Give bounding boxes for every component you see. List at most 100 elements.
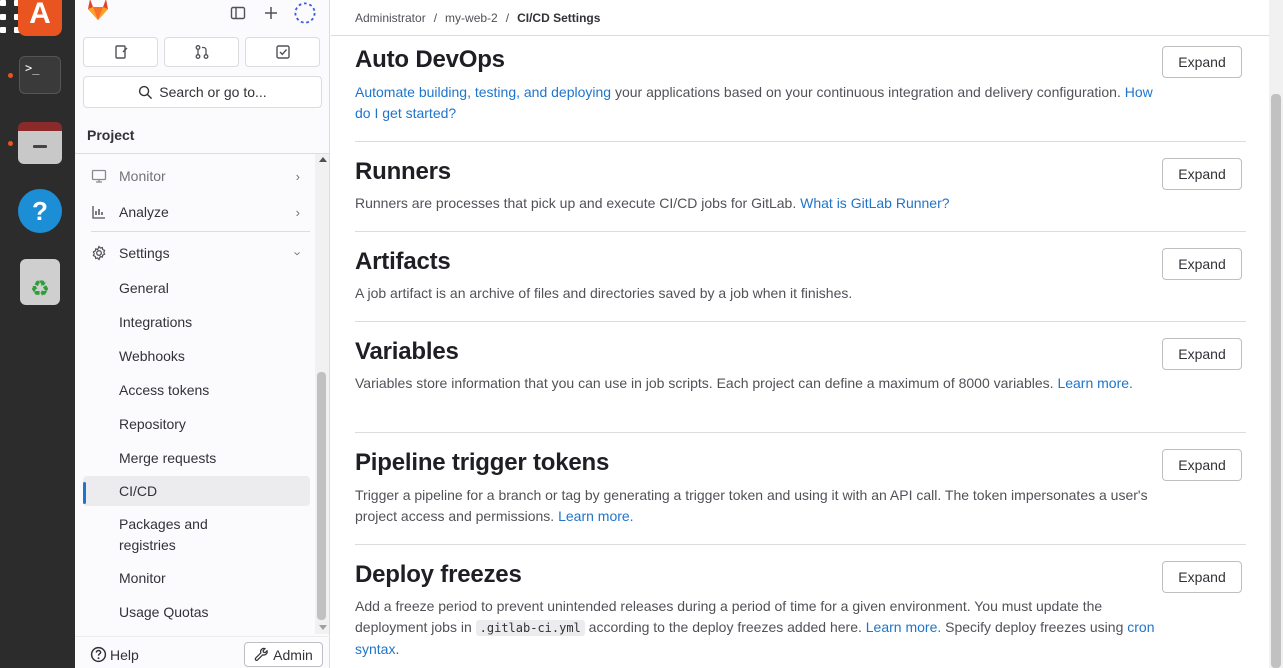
issues-tab[interactable] <box>83 37 158 67</box>
sidebar-item-integrations[interactable]: Integrations <box>83 312 310 334</box>
search-button[interactable]: Search or go to... <box>83 76 322 108</box>
toggle-sidebar-icon[interactable] <box>227 2 249 24</box>
files-icon[interactable] <box>18 122 62 164</box>
chevron-right-icon: › <box>295 168 300 184</box>
section-auto-devops: Auto DevOps Automate building, testing, … <box>355 36 1246 142</box>
expand-button[interactable]: Expand <box>1162 46 1242 78</box>
section-deploy-freezes: Deploy freezes Add a freeze period to pr… <box>355 545 1246 668</box>
sidebar-item-usage-quotas[interactable]: Usage Quotas <box>83 602 310 624</box>
expand-button[interactable]: Expand <box>1162 248 1242 280</box>
breadcrumb-item[interactable]: my-web-2 <box>445 11 498 25</box>
merge-request-icon <box>195 45 208 59</box>
sidebar-item-settings[interactable]: Settings › <box>83 242 310 264</box>
wrench-icon <box>254 647 268 661</box>
gitlab-runner-link[interactable]: What is GitLab Runner? <box>800 195 949 211</box>
expand-button[interactable]: Expand <box>1162 561 1242 593</box>
learn-more-link[interactable]: Learn more. <box>1057 375 1132 391</box>
chevron-down-icon: › <box>290 250 306 256</box>
section-title: Variables <box>355 338 459 365</box>
admin-button[interactable]: Admin <box>244 642 323 667</box>
description-text: Specify deploy freezes using <box>941 619 1128 635</box>
description-text: Runners are processes that pick up and e… <box>355 195 801 211</box>
sidebar-item-packages-registries[interactable]: Packages and registries <box>83 514 233 558</box>
section-title: Runners <box>355 158 451 185</box>
section-description: Add a freeze period to prevent unintende… <box>355 596 1155 660</box>
merge-requests-tab[interactable] <box>164 37 239 67</box>
sidebar-item-access-tokens[interactable]: Access tokens <box>83 380 310 402</box>
settings-gear-icon <box>91 245 109 261</box>
learn-more-link[interactable]: Learn more. <box>866 619 941 635</box>
section-description: Runners are processes that pick up and e… <box>355 193 1155 214</box>
expand-button[interactable]: Expand <box>1162 158 1242 190</box>
terminal-icon[interactable]: >_ <box>19 56 61 94</box>
auto-devops-link[interactable]: Automate building, testing, and deployin… <box>355 84 611 100</box>
sidebar-section-title: Project <box>75 118 330 154</box>
monitor-icon <box>91 168 109 184</box>
sidebar-scrollbar[interactable] <box>315 154 329 634</box>
search-icon <box>139 85 153 99</box>
sidebar-item-monitor-settings[interactable]: Monitor <box>83 568 310 590</box>
divider <box>91 231 310 232</box>
sidebar: Search or go to... Project Monitor › Ana… <box>75 0 330 668</box>
section-title: Auto DevOps <box>355 46 505 73</box>
issues-icon <box>114 45 127 59</box>
ubuntu-dock: A >_ ? ♻ <box>0 0 75 668</box>
breadcrumb-current[interactable]: CI/CD Settings <box>517 11 600 25</box>
create-new-icon[interactable] <box>260 2 282 24</box>
chart-icon <box>91 204 109 220</box>
description-text: according to the deploy freezes added he… <box>584 619 866 635</box>
sidebar-item-label: Settings <box>119 245 170 261</box>
main-scrollbar[interactable] <box>1269 0 1283 668</box>
main-scroll-thumb[interactable] <box>1271 94 1281 668</box>
sidebar-item-repository[interactable]: Repository <box>83 414 310 436</box>
breadcrumb: Administrator / my-web-2 / CI/CD Setting… <box>331 0 1269 36</box>
help-label: Help <box>110 646 139 663</box>
sidebar-item-webhooks[interactable]: Webhooks <box>83 346 310 368</box>
description-text: . <box>395 641 400 657</box>
todo-icon <box>275 45 290 59</box>
ubuntu-software-icon[interactable]: A <box>18 0 62 36</box>
breadcrumb-separator: / <box>433 10 438 25</box>
section-description: Automate building, testing, and deployin… <box>355 82 1155 124</box>
running-indicator <box>8 73 13 78</box>
section-description: A job artifact is an archive of files an… <box>355 285 853 301</box>
scroll-up-arrow-icon[interactable] <box>319 157 327 162</box>
admin-label: Admin <box>273 646 313 663</box>
section-pipeline-trigger-tokens: Pipeline trigger tokens Trigger a pipeli… <box>355 433 1246 545</box>
help-app-icon[interactable]: ? <box>18 189 62 233</box>
trash-icon[interactable]: ♻ <box>20 259 60 305</box>
learn-more-link[interactable]: Learn more. <box>558 508 633 524</box>
sidebar-item-merge-requests[interactable]: Merge requests <box>83 448 310 470</box>
sidebar-item-analyze[interactable]: Analyze › <box>83 201 310 223</box>
description-text: Variables store information that you can… <box>355 375 1058 391</box>
section-description: Variables store information that you can… <box>355 373 1155 394</box>
help-circle-icon <box>90 646 107 663</box>
section-variables: Variables Variables store information th… <box>355 322 1246 433</box>
section-title: Pipeline trigger tokens <box>355 449 610 476</box>
help-link[interactable]: Help <box>90 646 139 663</box>
scroll-thumb[interactable] <box>317 372 326 620</box>
breadcrumb-separator: / <box>505 10 510 25</box>
description-text: Trigger a pipeline for a branch or tag b… <box>355 487 1148 524</box>
help-glyph: ? <box>32 195 48 226</box>
sidebar-footer: Help Admin <box>75 636 330 668</box>
section-title: Artifacts <box>355 248 451 275</box>
section-description: Trigger a pipeline for a branch or tag b… <box>355 485 1155 527</box>
gitlab-logo-icon[interactable] <box>85 0 111 22</box>
todos-tab[interactable] <box>245 37 320 67</box>
section-title: Deploy freezes <box>355 561 522 588</box>
sidebar-item-monitor[interactable]: Monitor › <box>83 165 310 187</box>
breadcrumb-item[interactable]: Administrator <box>355 11 426 25</box>
user-avatar-icon[interactable] <box>294 2 316 24</box>
sidebar-item-label: Monitor <box>119 168 166 184</box>
sidebar-item-general[interactable]: General <box>83 278 310 300</box>
trash-glyph: ♻ <box>30 276 50 301</box>
search-label: Search or go to... <box>159 84 267 100</box>
expand-button[interactable]: Expand <box>1162 338 1242 370</box>
sidebar-item-cicd[interactable]: CI/CD <box>83 476 310 506</box>
scroll-down-arrow-icon[interactable] <box>319 625 327 630</box>
expand-button[interactable]: Expand <box>1162 449 1242 481</box>
section-artifacts: Artifacts A job artifact is an archive o… <box>355 232 1246 322</box>
description-text: your applications based on your continuo… <box>611 84 1125 100</box>
code-snippet: .gitlab-ci.yml <box>475 620 585 636</box>
